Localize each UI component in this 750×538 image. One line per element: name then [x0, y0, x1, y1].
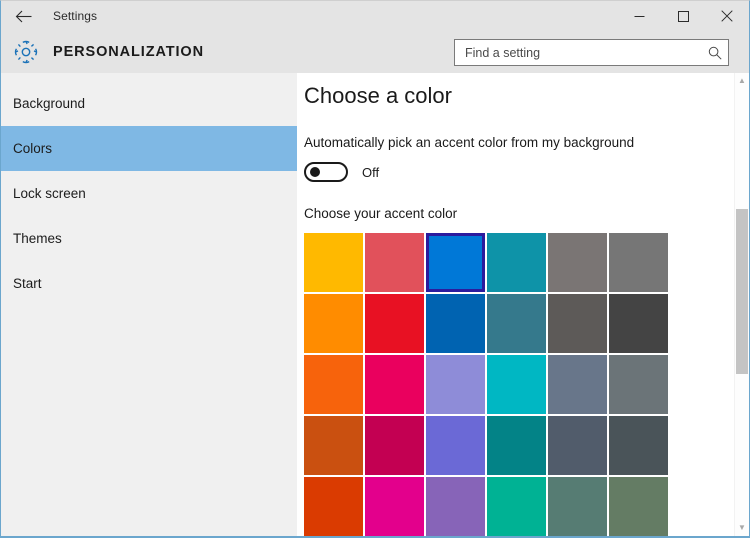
- color-swatch-rust[interactable]: [304, 416, 363, 475]
- color-swatch-rose-bright[interactable]: [365, 355, 424, 414]
- sidebar-item-start[interactable]: Start: [1, 261, 297, 306]
- color-swatch-red[interactable]: [365, 294, 424, 353]
- sidebar-item-label: Lock screen: [13, 186, 86, 201]
- auto-accent-toggle[interactable]: [304, 162, 348, 182]
- search-box[interactable]: [454, 39, 729, 66]
- sidebar-item-colors[interactable]: Colors: [1, 126, 297, 171]
- sidebar-item-label: Colors: [13, 141, 53, 156]
- section-heading: Choose a color: [304, 83, 452, 108]
- gear-icon: [13, 39, 39, 65]
- color-swatch-cyan[interactable]: [487, 355, 546, 414]
- content-pane: Choose a color Automatically pick an acc…: [297, 73, 749, 536]
- color-swatch-teal-blue[interactable]: [487, 233, 546, 292]
- scroll-down-icon[interactable]: ▼: [735, 520, 749, 536]
- accent-color-grid: [304, 233, 670, 536]
- body: Background Colors Lock screen Themes Sta…: [1, 73, 749, 536]
- sidebar-item-label: Start: [13, 276, 42, 291]
- scrollbar-thumb[interactable]: [736, 209, 748, 374]
- color-swatch-plum-rose[interactable]: [365, 416, 424, 475]
- minimize-button[interactable]: [617, 1, 661, 31]
- color-swatch-orange-dark[interactable]: [304, 355, 363, 414]
- color-swatch-gray[interactable]: [609, 233, 668, 292]
- sidebar-item-background[interactable]: Background: [1, 81, 297, 126]
- color-swatch-pale-red[interactable]: [365, 233, 424, 292]
- back-button[interactable]: [1, 1, 45, 31]
- sidebar-item-themes[interactable]: Themes: [1, 216, 297, 261]
- auto-accent-label: Automatically pick an accent color from …: [304, 135, 635, 150]
- color-swatch-dark-warm-gray[interactable]: [548, 294, 607, 353]
- search-input[interactable]: [455, 39, 702, 66]
- sidebar-item-label: Background: [13, 96, 86, 111]
- toggle-state-label: Off: [362, 164, 380, 180]
- content-scrollbar[interactable]: ▲ ▼: [734, 73, 749, 536]
- maximize-button[interactable]: [661, 1, 705, 31]
- color-swatch-navy-blue[interactable]: [426, 294, 485, 353]
- window-title: Settings: [53, 9, 98, 23]
- color-swatch-teal-dark[interactable]: [487, 416, 546, 475]
- color-swatch-mint-light[interactable]: [487, 477, 546, 536]
- auto-accent-toggle-row: Off: [304, 162, 749, 182]
- settings-window: Settings PERSONALIZATION Find a setting …: [0, 0, 750, 538]
- color-swatch-blue[interactable]: [426, 233, 485, 292]
- scrollbar-track[interactable]: [735, 89, 749, 520]
- color-swatch-violet-gray[interactable]: [426, 477, 485, 536]
- sidebar-item-lock-screen[interactable]: Lock screen: [1, 171, 297, 216]
- page-title: PERSONALIZATION: [53, 44, 204, 60]
- color-swatch-light-violet[interactable]: [426, 355, 485, 414]
- color-swatch-sage[interactable]: [548, 477, 607, 536]
- color-swatch-metal-blue-gray[interactable]: [609, 355, 668, 414]
- sidebar-item-label: Themes: [13, 231, 62, 246]
- color-swatch-liddy-blue-gray[interactable]: [548, 355, 607, 414]
- scroll-up-icon[interactable]: ▲: [735, 73, 749, 89]
- color-swatch-orange-bright[interactable]: [304, 294, 363, 353]
- window-controls: [617, 1, 749, 31]
- color-swatch-steel-teal[interactable]: [487, 294, 546, 353]
- accent-color-label: Choose your accent color: [304, 206, 458, 221]
- toggle-knob: [310, 167, 320, 177]
- color-swatch-slate-blue[interactable]: [548, 416, 607, 475]
- close-button[interactable]: [705, 1, 749, 31]
- color-swatch-camouflage-desert[interactable]: [609, 477, 668, 536]
- color-swatch-warm-gray[interactable]: [548, 233, 607, 292]
- color-swatch-burnt-orange[interactable]: [304, 477, 363, 536]
- color-swatch-dark-gray[interactable]: [609, 294, 668, 353]
- search-icon[interactable]: [702, 46, 728, 60]
- sidebar: Background Colors Lock screen Themes Sta…: [1, 73, 297, 536]
- color-swatch-gold[interactable]: [304, 233, 363, 292]
- color-swatch-magenta[interactable]: [365, 477, 424, 536]
- color-swatch-slate-gray[interactable]: [609, 416, 668, 475]
- app-header: PERSONALIZATION: [1, 31, 749, 73]
- color-swatch-iris-pastel[interactable]: [426, 416, 485, 475]
- title-bar: Settings: [1, 1, 749, 31]
